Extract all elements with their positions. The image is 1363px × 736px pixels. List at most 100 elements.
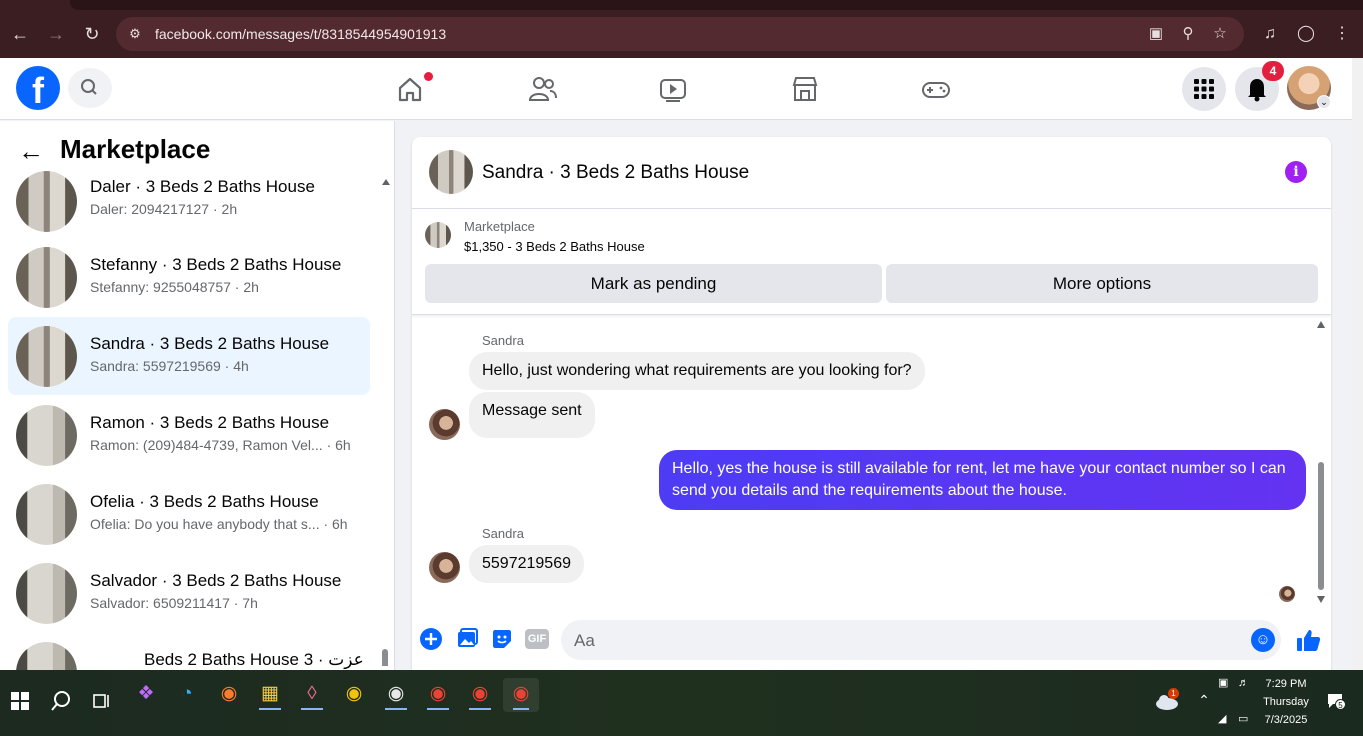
conversation-preview: Daler: 2094217127 · 2h	[90, 201, 238, 217]
listing-thumbnail[interactable]	[425, 222, 451, 248]
notification-count-badge: 5	[1335, 699, 1346, 710]
windows-start-icon[interactable]	[11, 692, 29, 710]
edge-icon[interactable]: ◔	[169, 678, 205, 712]
browser-chrome: ← → ↻ ⚙ facebook.com/messages/t/83185449…	[0, 0, 1363, 58]
back-icon[interactable]: ←	[8, 22, 32, 46]
sticker-icon[interactable]	[490, 627, 514, 651]
chevron-down-icon[interactable]: ⌄	[1317, 95, 1331, 109]
plus-circle-icon[interactable]	[419, 627, 443, 651]
windows-taskbar: ❖ ◔ ◉ ▦ ◊ ◉ ◉ ◉ ◉ ◉ 1 ⌃ ▣ ♬ ◢ ▭ 7:29 PM …	[0, 670, 1363, 736]
menu-button[interactable]	[1182, 67, 1226, 111]
conversation-avatar	[16, 405, 77, 466]
page-scrollbar[interactable]	[1352, 58, 1363, 670]
conversation-item[interactable]: Stefanny · 3 Beds 2 Baths House Stefanny…	[8, 238, 370, 316]
more-options-button[interactable]: More options	[886, 264, 1318, 303]
chrome-icon[interactable]: ◉	[336, 678, 372, 712]
sender-name: Sandra	[482, 333, 524, 348]
running-indicator	[385, 708, 407, 710]
facebook-header: f 4 ⌄	[0, 58, 1352, 120]
conversation-item[interactable]: Ofelia · 3 Beds 2 Baths House Ofelia: Do…	[8, 475, 370, 553]
message-bubble-sent[interactable]: Hello, yes the house is still available …	[659, 450, 1306, 510]
friends-icon[interactable]	[525, 72, 559, 106]
info-icon[interactable]: i	[1285, 161, 1307, 183]
marketplace-icon[interactable]	[788, 72, 822, 106]
search-icon[interactable]	[50, 690, 72, 712]
chat-header: Sandra · 3 Beds 2 Baths House i	[412, 137, 1331, 209]
menu-icon[interactable]: ⋮	[1330, 22, 1354, 46]
conversation-avatar	[16, 563, 77, 624]
conversation-scrollbar[interactable]	[380, 171, 392, 666]
chevron-up-icon[interactable]: ⌃	[1196, 690, 1212, 710]
site-settings-icon[interactable]: ⚙	[126, 25, 144, 43]
emoji-icon[interactable]: ☺	[1251, 628, 1275, 652]
seen-indicator-avatar	[1279, 586, 1295, 602]
conversation-preview: Stefanny: 9255048757 · 2h	[90, 279, 259, 295]
conversation-avatar	[16, 326, 77, 387]
conversation-avatar	[16, 642, 77, 670]
thumbs-up-icon[interactable]	[1294, 626, 1322, 654]
watch-icon[interactable]	[656, 72, 690, 106]
bookmark-star-icon[interactable]: ☆	[1210, 24, 1230, 44]
conversation-title: Stefanny · 3 Beds 2 Baths House	[90, 255, 342, 274]
listing-title[interactable]: $1,350 - 3 Beds 2 Baths House	[464, 239, 645, 254]
message-scrollbar[interactable]	[1316, 317, 1326, 607]
notification-badge: 4	[1262, 61, 1284, 81]
forward-icon[interactable]: →	[44, 22, 68, 46]
mark-as-pending-button[interactable]: Mark as pending	[425, 264, 882, 303]
weather-badge: 1	[1168, 688, 1179, 699]
message-bubble[interactable]: Hello, just wondering what requirements …	[469, 352, 925, 390]
sender-avatar[interactable]	[429, 409, 460, 440]
chrome-profile-icon[interactable]: ◉	[420, 678, 456, 712]
file-explorer-icon[interactable]: ▦	[252, 678, 288, 712]
sender-avatar[interactable]	[429, 552, 460, 583]
copilot-icon[interactable]: ❖	[128, 678, 164, 712]
conversation-title: Ramon · 3 Beds 2 Baths House	[90, 413, 330, 432]
clock-date[interactable]: 7/3/2025	[1258, 714, 1314, 726]
conversation-preview: Sandra: 5597219569 · 4h	[90, 358, 249, 374]
clock-day[interactable]: Thursday	[1258, 696, 1314, 708]
clock-time[interactable]: 7:29 PM	[1262, 678, 1310, 690]
media-icon[interactable]: ♫	[1258, 22, 1282, 46]
conversation-title: Sandra · 3 Beds 2 Baths House	[90, 334, 330, 353]
conversation-item[interactable]: عزت · 3 Beds 2 Baths House	[8, 633, 370, 670]
wifi-icon[interactable]: ◢	[1218, 712, 1232, 726]
sender-name: Sandra	[482, 526, 524, 541]
conversation-item-active[interactable]: Sandra · 3 Beds 2 Baths House Sandra: 55…	[8, 317, 370, 395]
chat-avatar[interactable]	[429, 150, 473, 194]
weather-icon[interactable]: 1	[1154, 688, 1180, 712]
search-button[interactable]	[68, 68, 112, 108]
chat-title[interactable]: Sandra · 3 Beds 2 Baths House	[482, 162, 749, 184]
camera-icon[interactable]: ▣	[1218, 676, 1232, 690]
url-text[interactable]: facebook.com/messages/t/8318544954901913	[155, 26, 446, 42]
chrome-profile-icon-active[interactable]: ◉	[503, 678, 539, 712]
install-app-icon[interactable]: ▣	[1146, 24, 1166, 44]
conversation-item[interactable]: Daler · 3 Beds 2 Baths House Daler: 2094…	[8, 161, 370, 232]
message-bubble[interactable]: Message sent	[469, 392, 595, 438]
zoom-icon[interactable]: ⚲	[1178, 24, 1198, 44]
running-indicator	[469, 708, 491, 710]
task-view-icon[interactable]	[92, 691, 112, 711]
chrome-profile-icon[interactable]: ◉	[462, 678, 498, 712]
conversation-item[interactable]: Ramon · 3 Beds 2 Baths House Ramon: (209…	[8, 396, 370, 474]
conversation-title: Daler · 3 Beds 2 Baths House	[90, 177, 315, 196]
conversation-item[interactable]: Salvador · 3 Beds 2 Baths House Salvador…	[8, 554, 370, 632]
battery-icon[interactable]: ▭	[1238, 712, 1254, 726]
photo-icon[interactable]	[455, 627, 479, 651]
tab-strip	[70, 0, 1363, 10]
gaming-icon[interactable]	[919, 72, 953, 106]
firefox-icon[interactable]: ◉	[211, 678, 247, 712]
conversation-avatar	[16, 484, 77, 545]
gif-icon[interactable]: GIF	[525, 629, 549, 649]
notification-center-icon[interactable]: 5	[1326, 692, 1346, 710]
profile-icon[interactable]: ◯	[1294, 22, 1318, 46]
message-bubble[interactable]: 5597219569	[469, 545, 584, 583]
chrome-profile-icon[interactable]: ◉	[378, 678, 414, 712]
message-input[interactable]: Aa ☺	[561, 620, 1281, 660]
volume-icon[interactable]: ♬	[1238, 676, 1252, 690]
home-icon[interactable]	[393, 72, 427, 106]
reload-icon[interactable]: ↻	[80, 22, 104, 46]
facebook-logo[interactable]: f	[16, 66, 60, 111]
address-bar[interactable]: ⚙ facebook.com/messages/t/83185449549019…	[116, 17, 1244, 51]
paint-icon[interactable]: ◊	[294, 678, 330, 712]
message-input-placeholder[interactable]: Aa	[574, 631, 595, 651]
